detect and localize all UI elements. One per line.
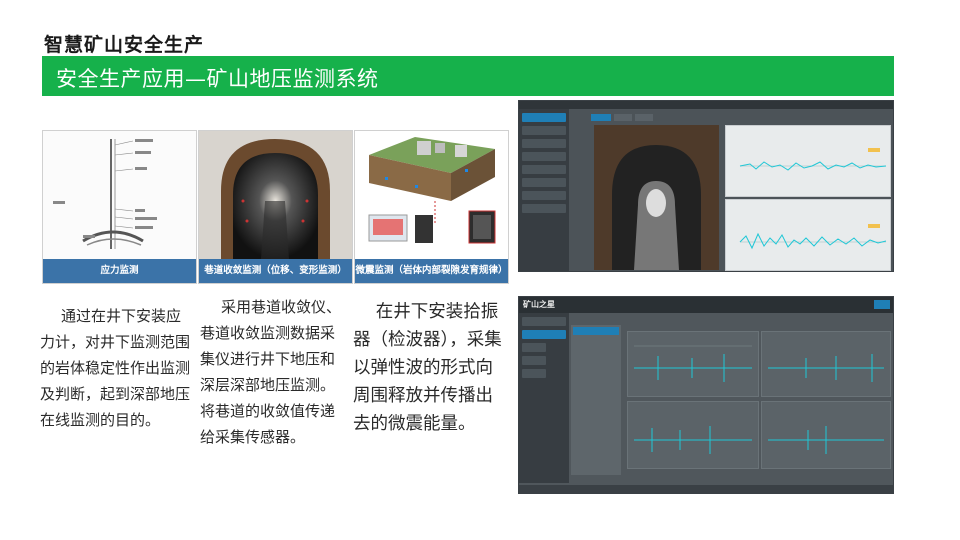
stress-diagram: [43, 131, 196, 259]
brand-logo: 矿山之星: [523, 300, 555, 309]
bottom-sidebar: [519, 313, 569, 483]
panel-caption-tunnel: 巷道收敛监测（位移、变形监测）: [199, 259, 352, 283]
panel-caption-microseismic: 微震监测（岩体内部裂隙发育规律）: [355, 259, 508, 283]
dashboard-screenshot-bottom: 矿山之星: [518, 296, 894, 494]
seismic-chart-2: [761, 331, 891, 397]
tunnel-illustration: [199, 131, 352, 259]
subtitle-text: 安全生产应用—矿山地压监测系统: [56, 67, 379, 91]
page-title: 智慧矿山安全生产: [44, 34, 205, 56]
tunnel-view: [594, 125, 719, 270]
tunnel-convergence-image: 巷道收敛监测（位移、变形监测）: [198, 130, 353, 284]
seismic-chart-3: [627, 401, 759, 469]
panel-caption-stress: 应力监测: [43, 259, 196, 283]
tunnel-description: 采用巷道收敛仪、巷道收敛监测数据采集仪进行井下地压和深层深部地压监测。将巷道的收…: [200, 298, 342, 446]
subtitle-bar: 安全生产应用—矿山地压监测系统: [42, 56, 894, 96]
seismic-chart-4: [761, 401, 891, 469]
waveform-chart-2: [725, 199, 891, 271]
dashboard-sidebar: [519, 109, 569, 271]
dashboard-screenshot-top: [518, 100, 894, 272]
microseismic-image: 微震监测（岩体内部裂隙发育规律）: [354, 130, 509, 284]
stress-description: 通过在井下安装应力计，对井下监测范围的岩体稳定性作出监测及判断，起到深部地压在线…: [40, 307, 191, 429]
microseismic-illustration: [355, 131, 508, 259]
microseismic-description: 在井下安装拾振器（检波器），采集以弹性波的形式向周围释放并传播出去的微震能量。: [353, 302, 502, 434]
waveform-chart-1: [725, 125, 891, 197]
seismic-chart-1: [627, 331, 759, 397]
stress-monitoring-image: 应力监测: [42, 130, 197, 284]
